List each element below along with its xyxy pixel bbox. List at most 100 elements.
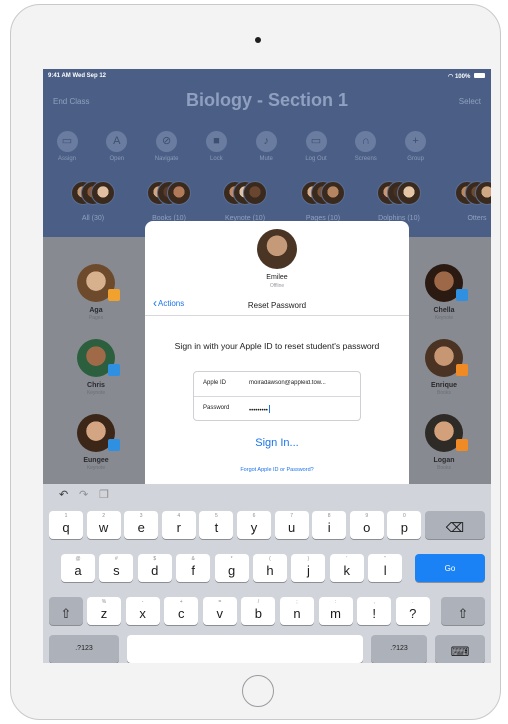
key-q[interactable]: 1q — [49, 511, 83, 539]
key-label: f — [191, 563, 195, 578]
student-avatar — [425, 264, 468, 302]
key-a[interactable]: @ a — [61, 554, 95, 582]
tool-navigate-button[interactable]: ⊘ Navigate — [147, 131, 187, 162]
keynote-app-badge — [456, 289, 468, 301]
key-r[interactable]: 4r — [161, 511, 196, 539]
numbers-key-right[interactable]: .?123 — [371, 635, 427, 663]
group-tab[interactable]: Dolphins (10) — [369, 181, 429, 222]
key-label: e — [137, 520, 145, 535]
numbers-key[interactable]: .?123 — [49, 635, 119, 663]
key-alt-label: " — [384, 556, 387, 562]
apple-id-row[interactable]: Apple ID moiradawson@appleid.tow... — [194, 372, 360, 396]
key-label: ! — [372, 606, 376, 621]
group-tab[interactable]: Pages (10) — [293, 181, 353, 222]
key-b[interactable]: / b — [241, 597, 276, 625]
key-c[interactable]: + c — [164, 597, 199, 625]
delete-key[interactable]: ⌫ — [425, 511, 485, 539]
student-app: Books — [437, 390, 451, 396]
key-o[interactable]: 9o — [349, 511, 384, 539]
sign-in-instruction: Sign in with your Apple ID to reset stud… — [174, 341, 380, 351]
paste-icon[interactable]: ❐ — [99, 488, 109, 501]
student-name: Logan — [433, 457, 455, 464]
student-tile[interactable]: Chella Keynote — [409, 264, 479, 321]
key-question[interactable]: .? — [395, 597, 430, 625]
group-label: All (30) — [81, 215, 105, 222]
key-v[interactable]: = v — [202, 597, 237, 625]
sign-in-button[interactable]: Sign In... — [145, 437, 409, 449]
undo-icon[interactable]: ↶ — [59, 488, 68, 501]
key-label: c — [177, 606, 185, 621]
hide-keyboard-key[interactable]: ⌨ — [435, 635, 485, 663]
group-tab[interactable]: Otters — [447, 181, 491, 222]
key-g[interactable]: * g — [214, 554, 249, 582]
key-label: z — [100, 606, 108, 621]
key-alt-label: # — [115, 556, 118, 562]
key-label: x — [139, 606, 146, 621]
screens-icon: ∩ — [355, 131, 377, 152]
shift-key-right[interactable]: ⇧ — [441, 597, 485, 625]
key-s[interactable]: # s — [99, 554, 134, 582]
key-h[interactable]: (h — [253, 554, 287, 582]
key-l[interactable]: " l — [368, 554, 403, 582]
password-field[interactable]: ••••••••• — [249, 405, 357, 414]
status-bar: 9:41 AM Wed Sep 12 ◠ 100% — [43, 69, 491, 83]
key-label: s — [113, 563, 120, 578]
student-name: Emilee — [266, 274, 288, 281]
key-u[interactable]: 7u — [274, 511, 309, 539]
key-i[interactable]: 8i — [312, 511, 347, 539]
key-alt-label: 4 — [177, 513, 181, 519]
keynote-app-badge — [108, 439, 120, 451]
student-tile[interactable]: Chris Keynote — [61, 339, 131, 396]
space-bar[interactable] — [127, 635, 363, 663]
tool-log-out-button[interactable]: ▭ Log Out — [296, 131, 336, 162]
student-name: Eungee — [83, 457, 109, 464]
wifi-icon: ◠ — [448, 74, 454, 80]
key-exclamation[interactable]: ,! — [357, 597, 392, 625]
key-w[interactable]: 2w — [86, 511, 121, 539]
student-tile[interactable]: Logan Books — [409, 414, 479, 471]
tool-open-button[interactable]: A Open — [97, 131, 137, 162]
key-label: y — [250, 520, 258, 535]
key-f[interactable]: & f — [176, 554, 211, 582]
tool-screens-button[interactable]: ∩ Screens — [346, 131, 386, 162]
tool-label: Screens — [354, 156, 377, 162]
key-m[interactable]: :m — [318, 597, 353, 625]
shift-key[interactable]: ⇧ — [49, 597, 83, 625]
tool-label: Mute — [259, 156, 273, 162]
key-d[interactable]: $ d — [137, 554, 172, 582]
student-name: Enrique — [430, 382, 458, 389]
go-key[interactable]: Go — [415, 554, 485, 582]
group-tab[interactable]: All (30) — [63, 181, 123, 222]
key-k[interactable]: ' k — [329, 554, 364, 582]
key-label: d — [151, 563, 159, 578]
redo-icon[interactable]: ↷ — [79, 488, 88, 501]
key-alt-label: 2 — [102, 513, 105, 519]
group-tab[interactable]: Books (10) — [139, 181, 199, 222]
key-x[interactable]: -x — [125, 597, 160, 625]
key-label: u — [287, 520, 296, 535]
key-n[interactable]: ; n — [280, 597, 314, 625]
select-button[interactable]: Select — [459, 97, 481, 106]
student-tile[interactable]: Eungee Keynote — [61, 414, 131, 471]
tool-assign-button[interactable]: ▭ Assign — [47, 131, 87, 162]
key-p[interactable]: 0p — [387, 511, 422, 539]
apple-id-field[interactable]: moiradawson@appleid.tow... — [249, 380, 357, 386]
key-label: j — [306, 563, 310, 578]
password-row[interactable]: Password ••••••••• — [194, 397, 360, 421]
group-avatars — [147, 181, 191, 209]
group-tab[interactable]: Keynote (10) — [215, 181, 275, 222]
student-tile[interactable]: Enrique Books — [409, 339, 479, 396]
key-t[interactable]: 5t — [199, 511, 234, 539]
tool-mute-button[interactable]: ♪ Mute — [246, 131, 286, 162]
key-z[interactable]: % z — [87, 597, 121, 625]
student-tile[interactable]: Aga Pages — [61, 264, 131, 321]
key-j[interactable]: ) j — [291, 554, 326, 582]
key-alt-label: % — [101, 599, 107, 605]
key-label: o — [363, 520, 371, 535]
forgot-apple-id-link[interactable]: Forgot Apple ID or Password? — [145, 467, 409, 473]
key-y[interactable]: 6y — [237, 511, 271, 539]
home-button[interactable] — [242, 675, 274, 707]
tool-lock-button[interactable]: ■ Lock — [196, 131, 236, 162]
tool-group-button[interactable]: + Group — [396, 131, 436, 162]
key-e[interactable]: 3e — [124, 511, 159, 539]
